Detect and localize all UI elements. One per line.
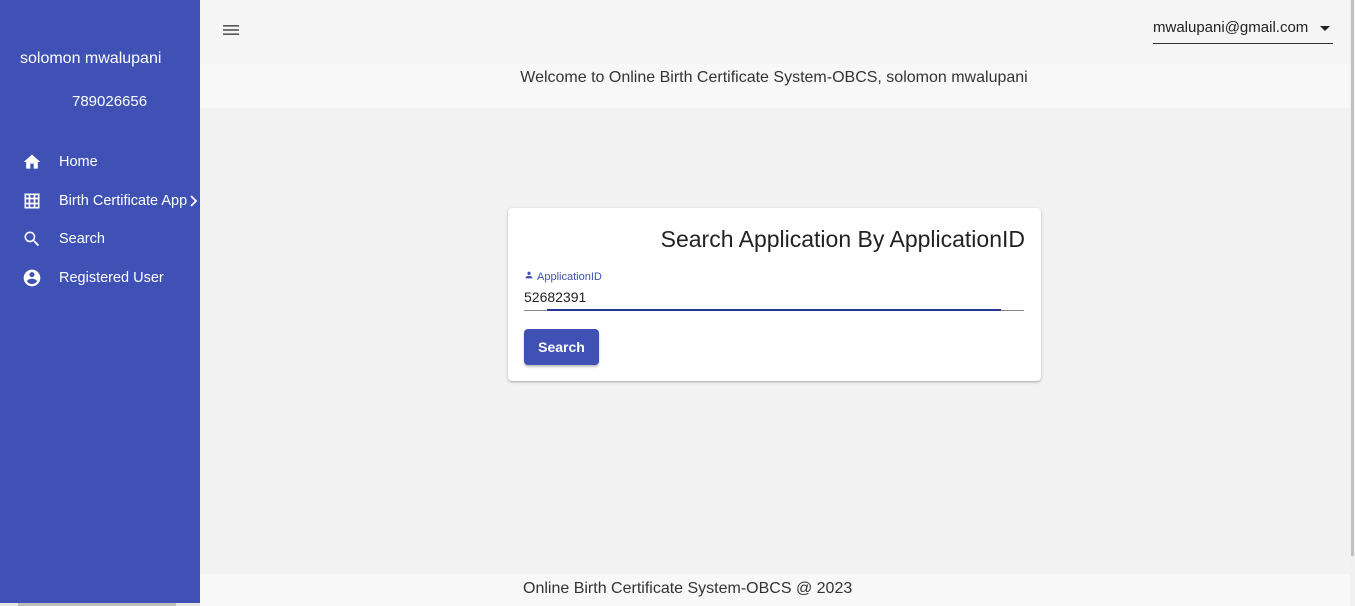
sidebar-item-label: Search	[59, 231, 105, 247]
account-select[interactable]: mwalupani@gmail.com	[1153, 14, 1333, 44]
page-scrollbar-thumb[interactable]	[1351, 0, 1354, 556]
card-title: Search Application By ApplicationID	[660, 226, 1025, 252]
application-id-label: ApplicationID	[524, 270, 602, 283]
search-card: Search Application By ApplicationID Appl…	[508, 208, 1041, 381]
person-icon	[524, 270, 534, 283]
sidebar-item-label: Home	[59, 154, 98, 170]
account-circle-icon	[22, 268, 42, 288]
home-icon	[22, 152, 42, 172]
application-id-input[interactable]	[524, 286, 1024, 308]
sidebar-user-phone: 789026656	[72, 93, 148, 110]
account-email: mwalupani@gmail.com	[1153, 19, 1309, 36]
footer: Online Birth Certificate System-OBCS @ 2…	[200, 574, 1352, 606]
welcome-text: Welcome to Online Birth Certificate Syst…	[520, 69, 1028, 86]
grid-icon	[22, 191, 42, 211]
application-id-field[interactable]: ApplicationID	[524, 270, 1024, 312]
search-icon	[22, 229, 42, 249]
input-focus-underline	[547, 309, 1001, 311]
sidebar-item-label: Registered User	[59, 270, 164, 286]
application-id-label-text: ApplicationID	[537, 270, 602, 283]
menu-icon[interactable]	[221, 20, 241, 40]
sidebar-item-search[interactable]: Search	[0, 222, 200, 256]
sidebar-item-birth-certificate-app[interactable]: Birth Certificate App	[0, 184, 200, 218]
sidebar-item-registered-user[interactable]: Registered User	[0, 261, 200, 295]
sidebar: solomon mwalupani 789026656 Home Birth C…	[0, 0, 200, 606]
caret-down-icon	[1320, 26, 1330, 31]
sidebar-item-home[interactable]: Home	[0, 145, 200, 179]
welcome-banner: Welcome to Online Birth Certificate Syst…	[200, 64, 1350, 108]
page-scrollbar[interactable]	[1350, 0, 1355, 606]
sidebar-user-name: solomon mwalupani	[20, 50, 162, 67]
sidebar-item-label: Birth Certificate App	[59, 193, 188, 209]
footer-text: Online Birth Certificate System-OBCS @ 2…	[523, 580, 853, 597]
top-bar: mwalupani@gmail.com	[200, 0, 1352, 64]
search-button[interactable]: Search	[524, 329, 599, 365]
chevron-right-icon	[189, 194, 199, 208]
